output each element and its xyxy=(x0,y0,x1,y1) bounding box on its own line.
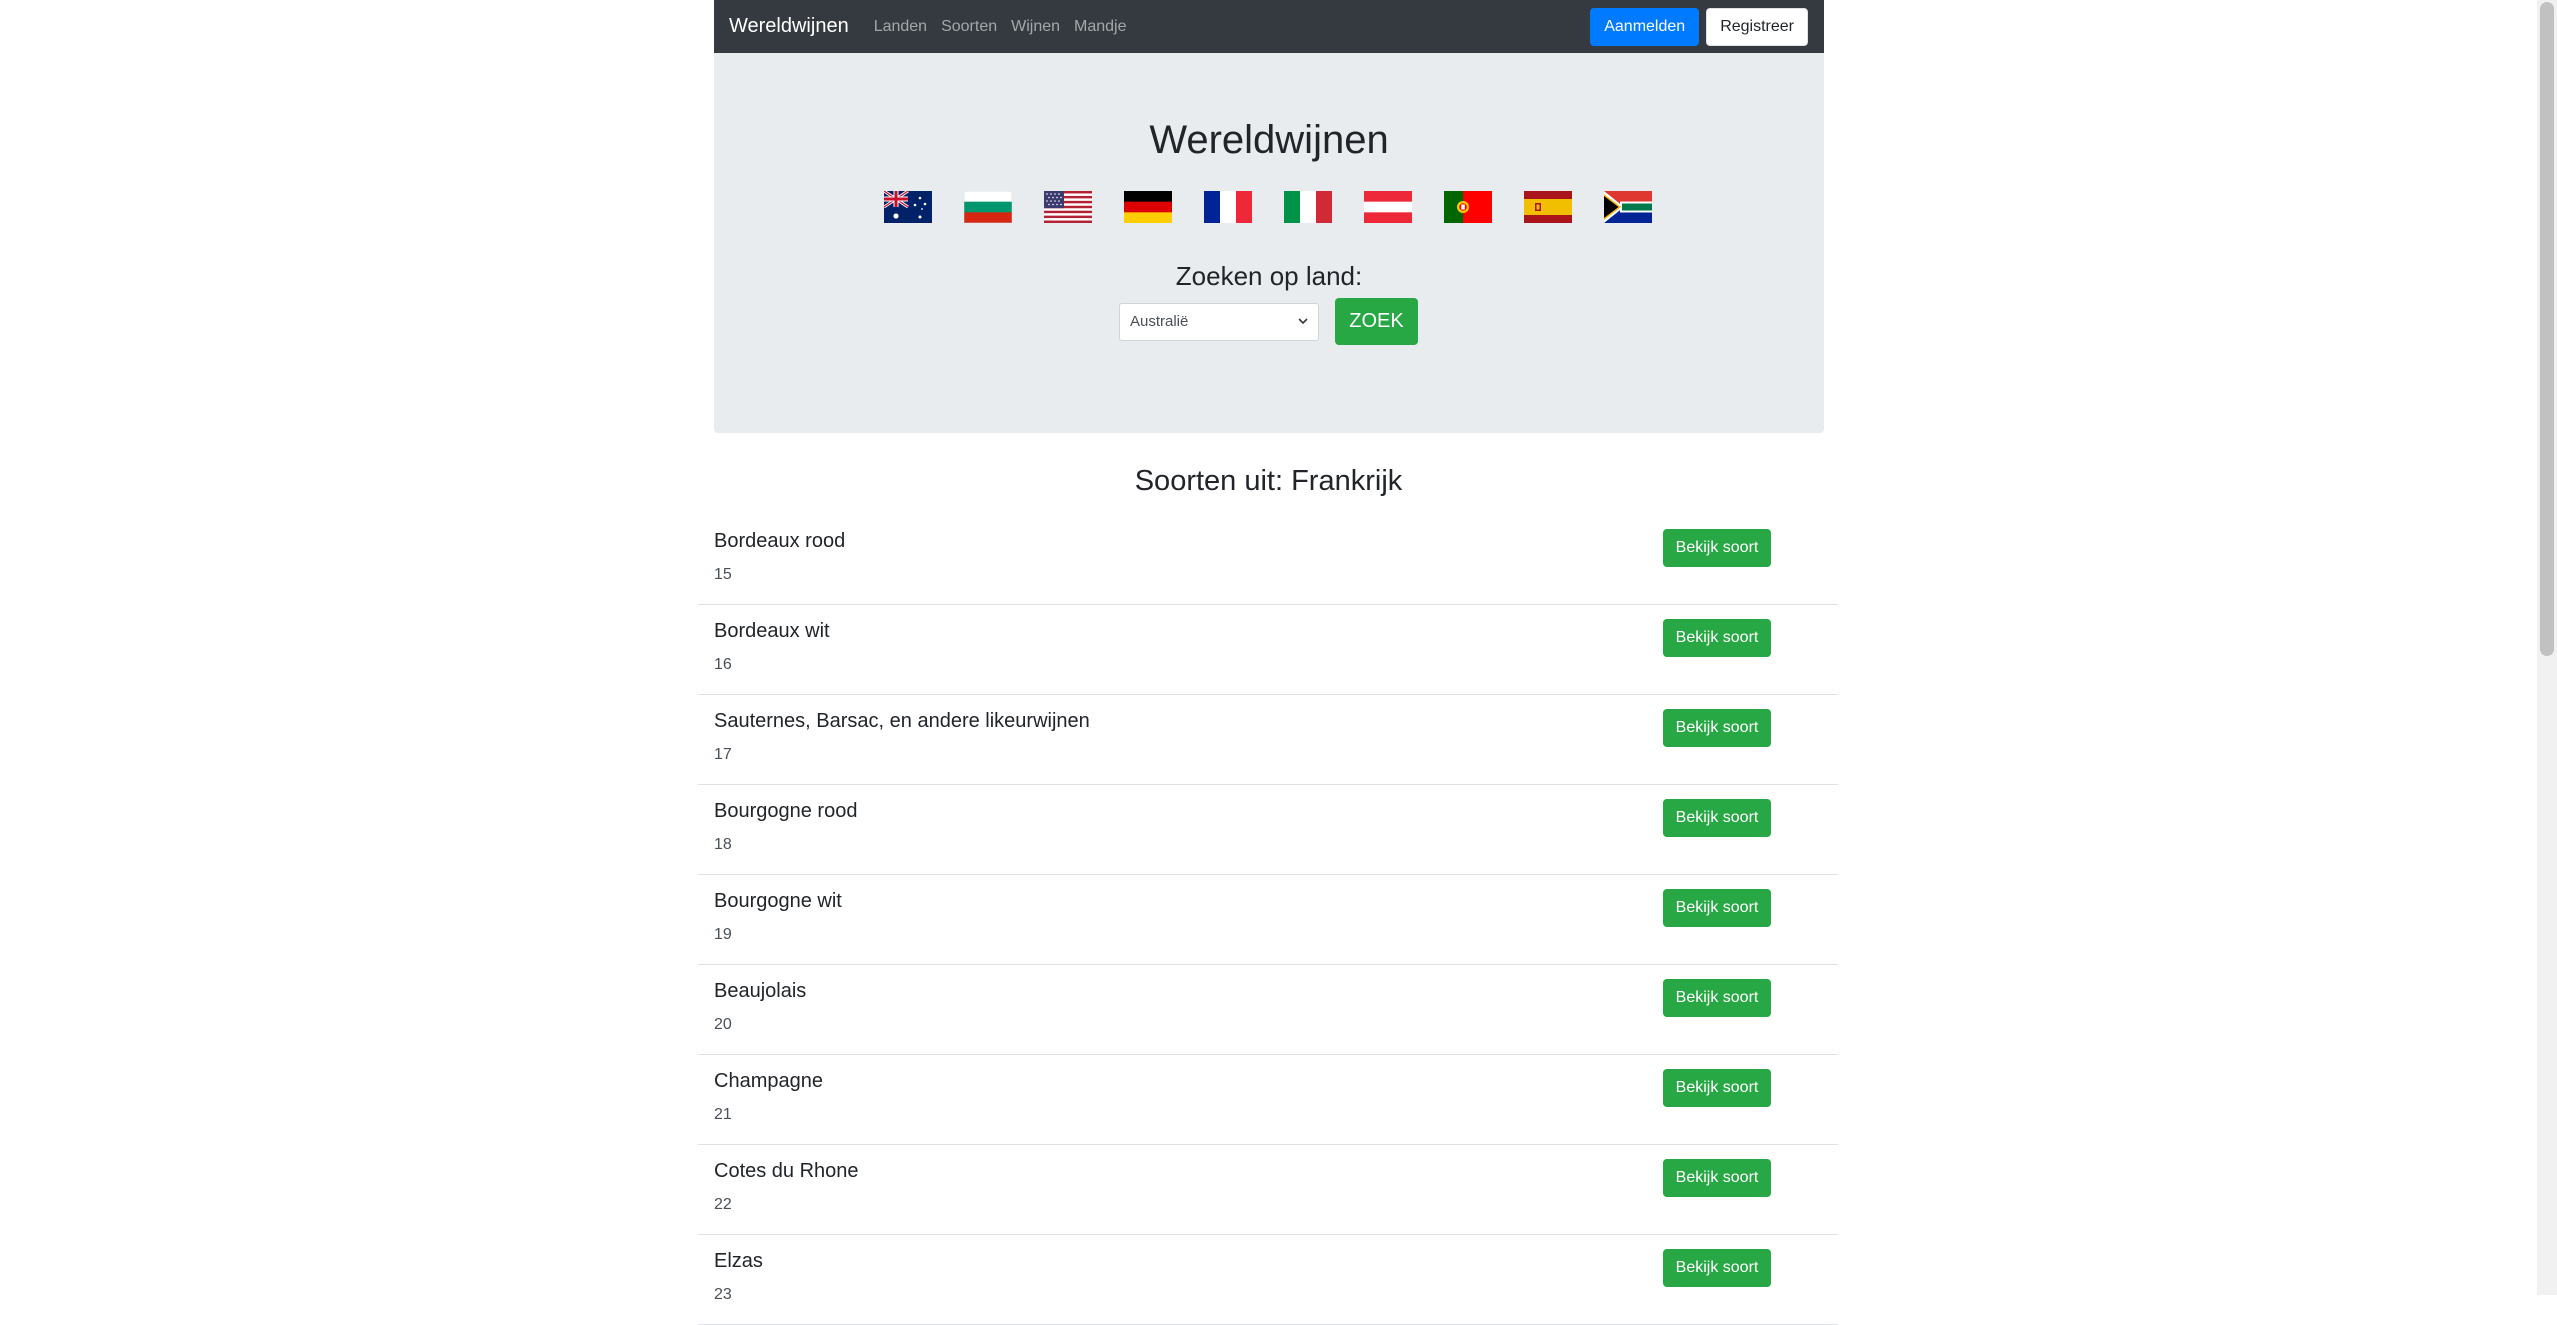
soort-id: 15 xyxy=(714,566,732,583)
soorten-list: Bordeaux rood 15 Bekijk soort Bordeaux w… xyxy=(698,515,1838,1325)
login-button[interactable]: Aanmelden xyxy=(1590,7,1700,46)
soort-name: Champagne xyxy=(714,1070,823,1092)
register-button[interactable]: Registreer xyxy=(1706,7,1808,46)
page-scrollbar[interactable] xyxy=(2537,0,2557,1295)
country-flags xyxy=(884,191,1652,223)
france-flag-icon[interactable] xyxy=(1204,191,1252,223)
search-row: Australië ZOEK xyxy=(1119,298,1418,345)
austria-flag-icon[interactable] xyxy=(1364,191,1412,223)
list-item: Elzas 23 Bekijk soort xyxy=(698,1235,1838,1325)
hero-panel: Wereldwijnen Zoeken op land: Australië Z… xyxy=(714,53,1824,433)
view-soort-button[interactable]: Bekijk soort xyxy=(1663,889,1771,927)
view-soort-button[interactable]: Bekijk soort xyxy=(1663,1249,1771,1287)
soort-id: 17 xyxy=(714,746,732,763)
soort-name: Beaujolais xyxy=(714,980,807,1002)
portugal-flag-icon[interactable] xyxy=(1444,191,1492,223)
section-title: Soorten uit: Frankrijk xyxy=(1134,465,1403,497)
list-item: Cotes du Rhone 22 Bekijk soort xyxy=(698,1145,1838,1235)
list-item: Beaujolais 20 Bekijk soort xyxy=(698,965,1838,1055)
view-soort-button[interactable]: Bekijk soort xyxy=(1663,1159,1771,1197)
nav-link-soorten[interactable]: Soorten xyxy=(941,18,997,36)
list-item: Bordeaux rood 15 Bekijk soort xyxy=(698,515,1838,605)
usa-flag-icon[interactable] xyxy=(1044,191,1092,223)
nav-link-landen[interactable]: Landen xyxy=(874,18,927,36)
bulgaria-flag-icon[interactable] xyxy=(964,191,1012,223)
list-item: Bourgogne rood 18 Bekijk soort xyxy=(698,785,1838,875)
list-item: Sauternes, Barsac, en andere likeurwijne… xyxy=(698,695,1838,785)
view-soort-button[interactable]: Bekijk soort xyxy=(1663,619,1771,657)
australia-flag-icon[interactable] xyxy=(884,191,932,223)
brand-link[interactable]: Wereldwijnen xyxy=(729,15,849,38)
soort-id: 21 xyxy=(714,1106,732,1123)
south-africa-flag-icon[interactable] xyxy=(1604,191,1652,223)
view-soort-button[interactable]: Bekijk soort xyxy=(1663,1069,1771,1107)
soort-id: 19 xyxy=(714,926,732,943)
site-title: Wereldwijnen xyxy=(1149,118,1389,162)
soort-name: Bourgogne rood xyxy=(714,800,858,822)
chevron-down-icon xyxy=(1298,318,1308,325)
nav-auth-buttons: Aanmelden Registreer xyxy=(1590,7,1808,46)
soort-name: Bourgogne wit xyxy=(714,890,842,912)
soort-name: Cotes du Rhone xyxy=(714,1160,859,1182)
spain-flag-icon[interactable] xyxy=(1524,191,1572,223)
view-soort-button[interactable]: Bekijk soort xyxy=(1663,709,1771,747)
view-soort-button[interactable]: Bekijk soort xyxy=(1663,529,1771,567)
country-select-value: Australië xyxy=(1130,313,1189,330)
search-label: Zoeken op land: xyxy=(1175,261,1363,291)
soort-id: 18 xyxy=(714,836,732,853)
soort-name: Elzas xyxy=(714,1250,763,1272)
country-select[interactable]: Australië xyxy=(1119,302,1319,341)
search-button[interactable]: ZOEK xyxy=(1335,298,1418,345)
soort-id: 20 xyxy=(714,1016,732,1033)
soort-id: 22 xyxy=(714,1196,732,1213)
italy-flag-icon[interactable] xyxy=(1284,191,1332,223)
soort-id: 23 xyxy=(714,1286,732,1303)
nav-link-wijnen[interactable]: Wijnen xyxy=(1011,18,1060,36)
view-soort-button[interactable]: Bekijk soort xyxy=(1663,979,1771,1017)
scrollbar-thumb[interactable] xyxy=(2540,2,2554,656)
navbar: Wereldwijnen Landen Soorten Wijnen Mandj… xyxy=(714,0,1824,53)
germany-flag-icon[interactable] xyxy=(1124,191,1172,223)
soort-id: 16 xyxy=(714,656,732,673)
soort-name: Bordeaux rood xyxy=(714,530,846,552)
soort-name: Bordeaux wit xyxy=(714,620,830,642)
list-item: Bordeaux wit 16 Bekijk soort xyxy=(698,605,1838,695)
view-soort-button[interactable]: Bekijk soort xyxy=(1663,799,1771,837)
list-item: Champagne 21 Bekijk soort xyxy=(698,1055,1838,1145)
list-item: Bourgogne wit 19 Bekijk soort xyxy=(698,875,1838,965)
nav-link-mandje[interactable]: Mandje xyxy=(1074,18,1126,36)
soort-name: Sauternes, Barsac, en andere likeurwijne… xyxy=(714,710,1090,732)
